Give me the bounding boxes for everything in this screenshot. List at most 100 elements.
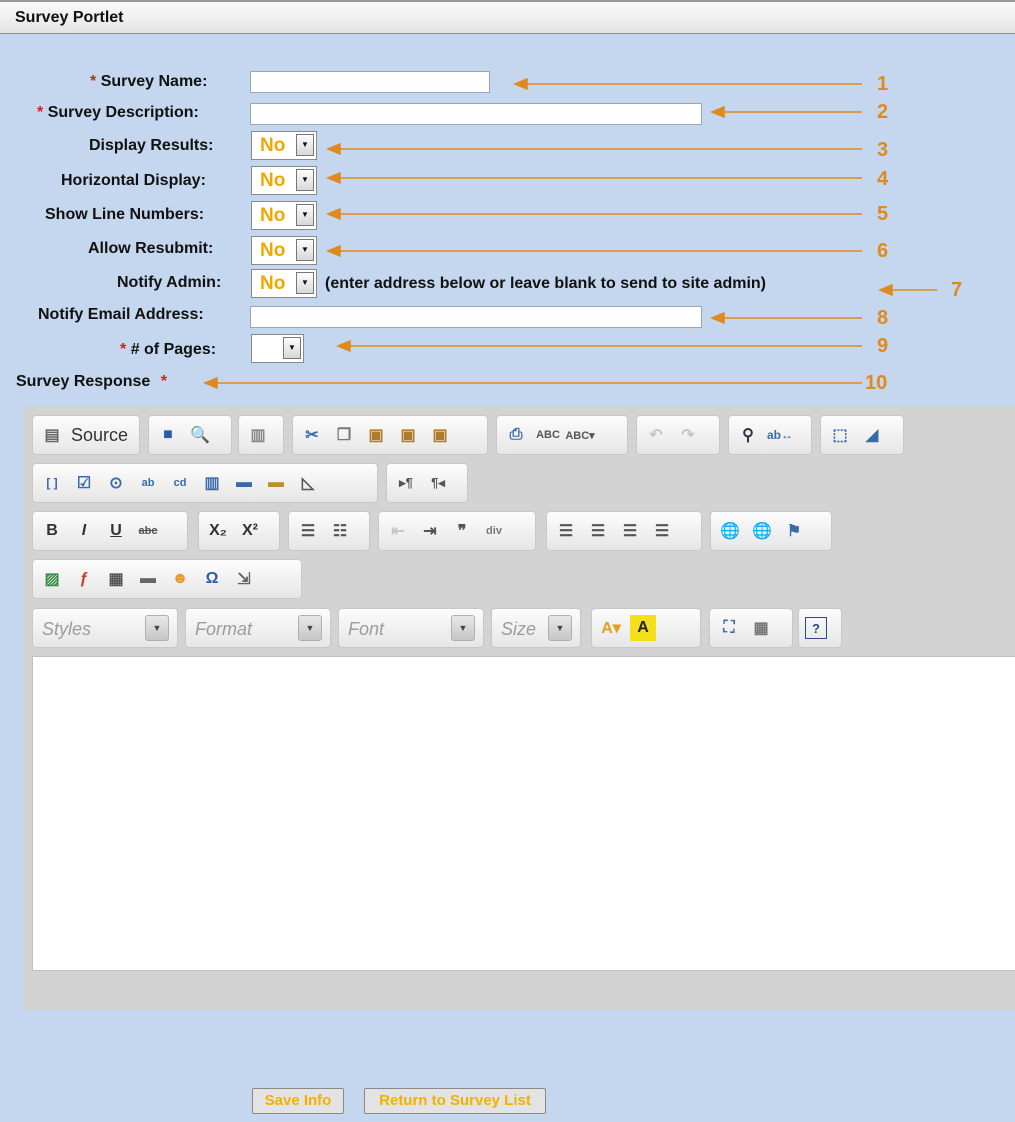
special-char-icon[interactable]: Ω [199,566,225,592]
subscript-icon[interactable]: X₂ [205,518,231,544]
align-right-icon[interactable]: ☰ [617,518,643,544]
button-field-icon[interactable]: ▬ [231,470,257,496]
preview-icon[interactable]: 🔍 [187,422,213,448]
help-icon[interactable]: ? [805,617,827,639]
toolbar-group-history: ↶ ↷ [636,415,720,455]
image-icon[interactable]: ▨ [39,566,65,592]
spellcheck-icon[interactable]: ABC [535,422,561,448]
chevron-down-icon[interactable]: ▼ [548,615,572,641]
toolbar-group-align: ☰ ☰ ☰ ☰ [546,511,702,551]
anchor-flag-icon[interactable]: ⚑ [781,518,807,544]
text-field-icon[interactable]: ab [135,470,161,496]
toolbar-group-colors: A▾ A [591,608,701,648]
callout-number: 2 [877,101,889,123]
outdent-icon[interactable]: ⇤ [385,518,411,544]
toolbar-group-script: X₂ X² [198,511,280,551]
select-field-icon[interactable]: ▥ [199,470,225,496]
callout-arrows [203,77,937,390]
toolbar-group-templates: ▥ [238,415,284,455]
indent-icon[interactable]: ⇥ [417,518,443,544]
text-color-icon[interactable]: A▾ [598,615,624,641]
numbered-list-icon[interactable]: ☰ [295,518,321,544]
print-icon[interactable]: ⎙ [503,422,529,448]
superscript-icon[interactable]: X² [237,518,263,544]
toolbar-group-indent: ⇤ ⇥ ❞ div [378,511,536,551]
italic-icon[interactable]: I [71,518,97,544]
toolbar-group-tools: ⛶ ▦ [709,608,793,648]
show-blocks-icon[interactable]: ▦ [748,615,774,641]
format-combo[interactable]: Format ▼ [185,608,331,648]
maximize-icon[interactable]: ⛶ [716,615,742,641]
return-to-survey-list-button[interactable]: Return to Survey List [364,1088,546,1114]
ltr-icon[interactable]: ▸¶ [393,470,419,496]
size-combo[interactable]: Size ▼ [491,608,581,648]
toolbar-group-document: ■ 🔍 [148,415,232,455]
textarea-icon[interactable]: cd [167,470,193,496]
form-icon[interactable]: [ ] [39,470,65,496]
toolbar-group-spell: ⎙ ABC ABC▾ [496,415,628,455]
styles-combo[interactable]: Styles ▼ [32,608,178,648]
unlink-icon[interactable]: 🌐 [749,518,775,544]
copy-icon[interactable]: ❐ [331,422,357,448]
rtl-icon[interactable]: ¶◂ [425,470,451,496]
source-icon[interactable]: ▤ [39,422,65,448]
align-justify-icon[interactable]: ☰ [649,518,675,544]
paste-icon[interactable]: ▣ [363,422,389,448]
hidden-field-icon[interactable]: ◺ [295,470,321,496]
redo-icon[interactable]: ↷ [675,422,701,448]
toolbar-group-lists: ☰ ☷ [288,511,370,551]
remove-format-icon[interactable]: ◢ [859,422,885,448]
source-button[interactable]: Source [71,425,128,446]
underline-icon[interactable]: U [103,518,129,544]
link-icon[interactable]: 🌐 [717,518,743,544]
callout-number: 1 [877,73,889,95]
align-center-icon[interactable]: ☰ [585,518,611,544]
spellcheck-as-you-type-icon[interactable]: ABC▾ [565,422,594,448]
radio-icon[interactable]: ⊙ [103,470,129,496]
toolbar-group-about: ? [798,608,842,648]
blockquote-icon[interactable]: ❞ [449,518,475,544]
paste-text-icon[interactable]: ▣ [395,422,421,448]
callout-number: 6 [877,240,889,262]
templates-icon[interactable]: ▥ [245,422,271,448]
chevron-down-icon[interactable]: ▼ [298,615,322,641]
toolbar-group-find: ⚲ ab↔ [728,415,812,455]
create-div-icon[interactable]: div [481,518,507,544]
rich-text-editor: ▤ Source ■ 🔍 ▥ ✂ ❐ ▣ ▣ ▣ ⎙ ABC ABC▾ ↶ ↷ … [24,406,1015,1010]
callout-number: 5 [877,203,889,225]
callout-number: 9 [877,335,889,357]
checkbox-icon[interactable]: ☑ [71,470,97,496]
align-left-icon[interactable]: ☰ [553,518,579,544]
toolbar-group-insert: ▨ ƒ ▦ ▬ ☻ Ω ⇲ [32,559,302,599]
editor-content-area[interactable] [32,656,1015,971]
callout-number: 10 [865,372,888,394]
callout-number: 4 [877,168,889,190]
bold-icon[interactable]: B [39,518,65,544]
find-icon[interactable]: ⚲ [735,422,761,448]
horizontal-rule-icon[interactable]: ▬ [135,566,161,592]
callout-number: 8 [877,307,889,329]
flash-icon[interactable]: ƒ [71,566,97,592]
table-icon[interactable]: ▦ [103,566,129,592]
strikethrough-icon[interactable]: abc [135,518,161,544]
replace-icon[interactable]: ab↔ [767,422,793,448]
toolbar-group-select: ⬚ ◢ [820,415,904,455]
chevron-down-icon[interactable]: ▼ [451,615,475,641]
font-combo[interactable]: Font ▼ [338,608,484,648]
toolbar-group-links: 🌐 🌐 ⚑ [710,511,832,551]
paste-word-icon[interactable]: ▣ [427,422,453,448]
bulleted-list-icon[interactable]: ☷ [327,518,353,544]
undo-icon[interactable]: ↶ [643,422,669,448]
image-button-icon[interactable]: ▬ [263,470,289,496]
select-all-icon[interactable]: ⬚ [827,422,853,448]
chevron-down-icon[interactable]: ▼ [145,615,169,641]
bg-color-icon[interactable]: A [630,615,656,641]
toolbar-group-basic-styles: B I U abc [32,511,188,551]
callout-number: 7 [951,279,963,301]
cut-icon[interactable]: ✂ [299,422,325,448]
save-icon[interactable]: ■ [155,422,181,448]
smiley-icon[interactable]: ☻ [167,566,193,592]
page-break-icon[interactable]: ⇲ [231,566,257,592]
save-info-button[interactable]: Save Info [252,1088,344,1114]
callout-number: 3 [877,139,889,161]
